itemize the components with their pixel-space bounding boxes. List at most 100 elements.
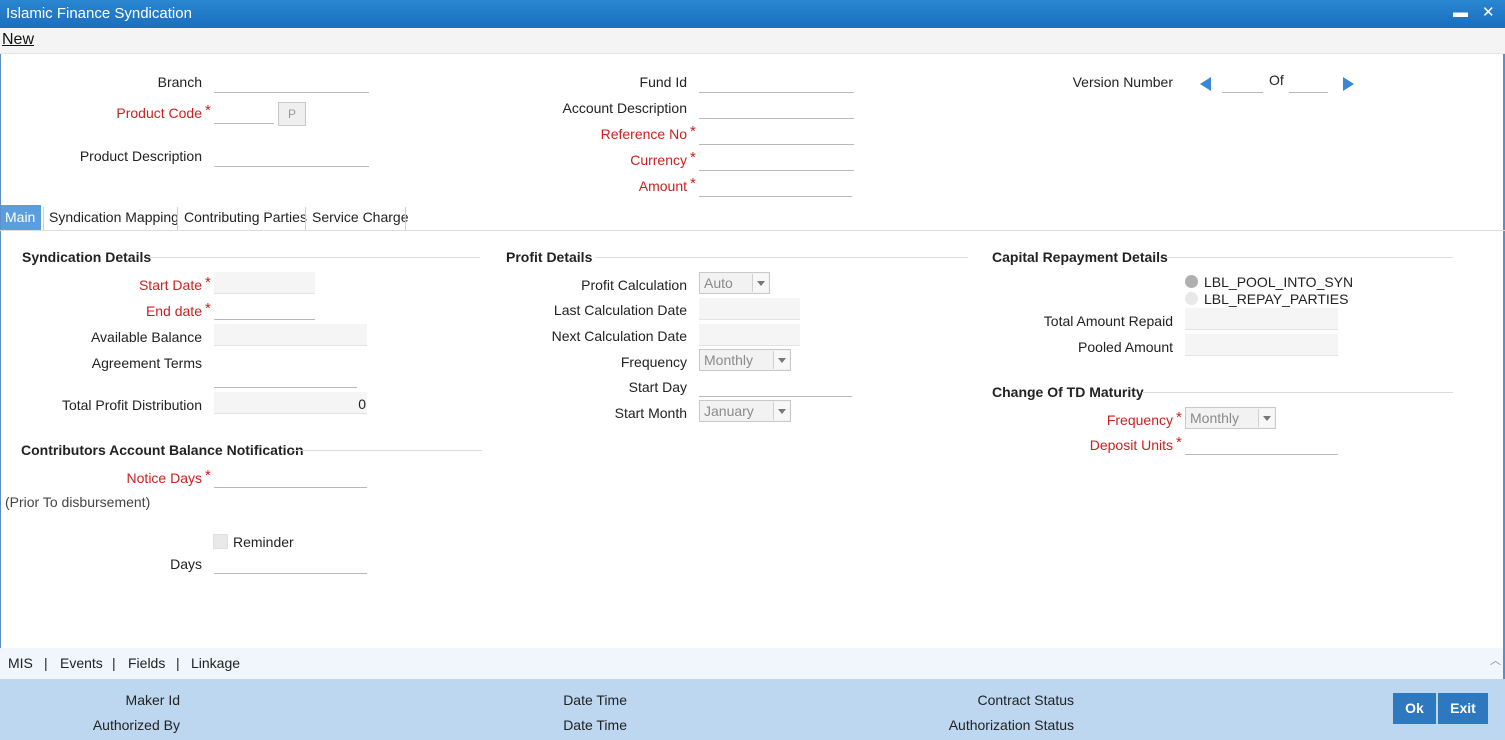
link-separator: |: [44, 655, 48, 671]
close-icon[interactable]: ✕: [1482, 3, 1495, 23]
tab-syndication-mapping[interactable]: Syndication Mapping: [45, 205, 183, 230]
contract-status-label: Contract Status: [977, 692, 1075, 708]
linkage-link[interactable]: Linkage: [191, 655, 240, 671]
tab-separator: [305, 207, 306, 230]
product-code-label: Product Code: [116, 105, 202, 121]
exit-button[interactable]: Exit: [1438, 693, 1488, 724]
end-date-field[interactable]: [214, 298, 315, 320]
pool-into-syn-radio[interactable]: [1185, 275, 1198, 288]
repay-parties-radio[interactable]: [1185, 292, 1198, 305]
checker-date-time-label: Date Time: [563, 717, 627, 733]
td-maturity-title: Change Of TD Maturity: [992, 384, 1144, 400]
reminder-label: Reminder: [233, 534, 294, 550]
last-calculation-date-field: [699, 298, 800, 320]
fields-link[interactable]: Fields: [128, 655, 165, 671]
section-divider: [150, 257, 480, 258]
amount-field[interactable]: [699, 175, 852, 197]
start-day-field[interactable]: [699, 375, 852, 397]
start-date-label: Start Date: [138, 277, 202, 293]
version-total-field[interactable]: [1289, 71, 1328, 93]
required-marker: *: [205, 300, 211, 317]
required-marker: *: [690, 123, 696, 140]
available-balance-label: Available Balance: [90, 329, 202, 345]
audit-footer: [0, 679, 1505, 740]
days-label: Days: [170, 556, 202, 572]
required-marker: *: [690, 175, 696, 192]
repay-parties-label: LBL_REPAY_PARTIES: [1204, 291, 1349, 307]
events-link[interactable]: Events: [60, 655, 103, 671]
tab-contributing-parties[interactable]: Contributing Parties: [180, 205, 311, 230]
new-link[interactable]: New: [2, 31, 34, 49]
deposit-units-label: Deposit Units: [1089, 437, 1173, 453]
profit-details-title: Profit Details: [506, 249, 593, 265]
toolbar: [0, 28, 1505, 54]
product-description-label: Product Description: [79, 148, 202, 164]
version-number-label: Version Number: [1072, 74, 1173, 90]
mis-link[interactable]: MIS: [8, 655, 33, 671]
start-day-label: Start Day: [628, 379, 687, 395]
next-version-icon[interactable]: [1343, 77, 1354, 91]
next-calculation-date-field: [699, 324, 800, 346]
td-frequency-value: Monthly: [1190, 410, 1240, 426]
product-code-lov-button[interactable]: P: [278, 102, 306, 126]
of-label: Of: [1269, 72, 1284, 88]
profit-calculation-label: Profit Calculation: [581, 277, 687, 293]
notice-days-label: Notice Days: [126, 470, 202, 486]
required-marker: *: [205, 467, 211, 484]
version-number-field[interactable]: [1222, 71, 1263, 93]
td-frequency-select[interactable]: Monthly: [1185, 407, 1276, 429]
section-divider: [292, 450, 482, 451]
end-date-label: End date: [145, 303, 202, 319]
product-code-field[interactable]: [214, 102, 274, 124]
chevron-down-icon: [773, 402, 789, 420]
fund-id-label: Fund Id: [639, 74, 687, 90]
maker-date-time-label: Date Time: [563, 692, 627, 708]
chevron-down-icon: [773, 351, 789, 369]
maker-id-label: Maker Id: [125, 692, 180, 708]
chevron-down-icon: [1258, 409, 1274, 427]
notice-days-field[interactable]: [214, 466, 367, 488]
section-divider: [1167, 257, 1453, 258]
account-description-label: Account Description: [562, 100, 687, 116]
start-month-label: Start Month: [614, 405, 687, 421]
profit-calculation-select[interactable]: Auto: [699, 272, 770, 294]
days-field[interactable]: [214, 552, 367, 574]
currency-field[interactable]: [699, 149, 854, 171]
tab-main[interactable]: Main: [1, 205, 41, 230]
tab-separator: [177, 207, 178, 230]
window-title-bar: Islamic Finance Syndication: [0, 0, 1505, 28]
available-balance-field: [214, 324, 367, 346]
minimize-icon[interactable]: ▬: [1453, 3, 1468, 23]
required-marker: *: [205, 274, 211, 291]
total-amount-repaid-label: Total Amount Repaid: [1043, 313, 1173, 329]
start-date-field[interactable]: [214, 272, 315, 294]
next-calculation-date-label: Next Calculation Date: [551, 328, 687, 344]
link-separator: |: [176, 655, 180, 671]
branch-field[interactable]: [214, 71, 369, 93]
frequency-value: Monthly: [704, 352, 754, 368]
td-frequency-label: Frequency: [1106, 412, 1173, 428]
window-frame-left: [0, 28, 1, 740]
profit-calculation-value: Auto: [704, 275, 733, 291]
ok-button[interactable]: Ok: [1393, 693, 1436, 724]
pooled-amount-label: Pooled Amount: [1078, 339, 1173, 355]
required-marker: *: [1176, 409, 1182, 426]
agreement-terms-field[interactable]: [214, 366, 357, 388]
authorization-status-label: Authorization Status: [948, 717, 1074, 733]
previous-version-icon[interactable]: [1200, 77, 1211, 91]
start-month-select[interactable]: January: [699, 400, 791, 422]
pooled-amount-field: [1185, 334, 1338, 356]
collapse-up-icon[interactable]: ︿: [1490, 652, 1501, 668]
deposit-units-field[interactable]: [1185, 433, 1338, 455]
reminder-checkbox[interactable]: [213, 534, 228, 549]
account-description-field[interactable]: [699, 97, 854, 119]
section-divider: [1142, 392, 1453, 393]
product-description-field[interactable]: [214, 145, 369, 167]
reference-no-field[interactable]: [699, 123, 854, 145]
start-month-value: January: [704, 403, 754, 419]
tab-service-charge[interactable]: Service Charge: [308, 205, 413, 230]
required-marker: *: [1176, 434, 1182, 451]
frequency-select[interactable]: Monthly: [699, 349, 791, 371]
fund-id-field[interactable]: [699, 71, 854, 93]
tabs-underline: [0, 230, 1505, 231]
